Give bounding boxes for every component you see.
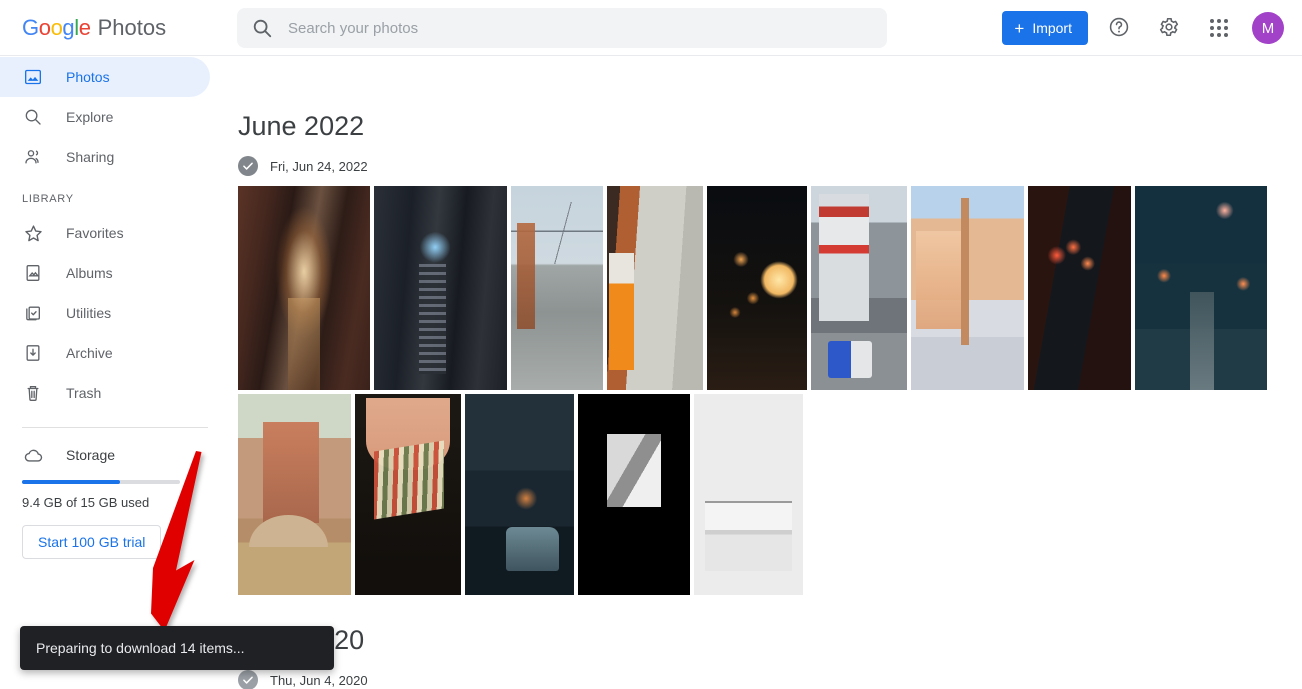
sidebar-label: Photos: [66, 69, 110, 85]
avatar[interactable]: M: [1252, 12, 1284, 44]
people-icon: [22, 146, 44, 168]
photo-thumbnail: [238, 186, 370, 390]
photo-vending[interactable]: [607, 186, 703, 390]
sidebar-item-utilities[interactable]: Utilities: [0, 293, 210, 333]
day-header: Fri, Jun 24, 2022: [230, 142, 1302, 186]
google-photos-app: Google Photos + Import: [0, 0, 1302, 689]
day-select-checkbox[interactable]: [238, 670, 258, 689]
storage-progress-track: [22, 480, 180, 484]
google-wordmark: Google: [22, 14, 91, 40]
storage-header[interactable]: Storage: [22, 444, 208, 466]
photo-thumbnail: [694, 394, 803, 595]
photo-street-day[interactable]: [511, 186, 603, 390]
search-input[interactable]: [288, 9, 887, 47]
header-actions: + Import M: [1002, 0, 1284, 56]
archive-icon: [22, 342, 44, 364]
day-header-secondary: Thu, Jun 4, 2020: [230, 656, 1302, 689]
import-button[interactable]: + Import: [1002, 11, 1088, 45]
storage-usage-text: 9.4 GB of 15 GB used: [22, 495, 150, 510]
day-label: Thu, Jun 4, 2020: [270, 672, 368, 688]
sidebar-item-explore[interactable]: Explore: [0, 97, 210, 137]
import-label: Import: [1032, 20, 1072, 36]
photo-row: [230, 394, 1302, 595]
day-label: Fri, Jun 24, 2022: [270, 158, 368, 174]
photo-thumbnail: [374, 186, 507, 390]
sidebar-item-photos[interactable]: Photos: [0, 57, 210, 97]
library-section-label: LIBRARY: [22, 193, 74, 205]
help-circle-icon: [1108, 16, 1130, 41]
brand-logo[interactable]: Google Photos: [22, 15, 218, 41]
sidebar-label: Utilities: [66, 305, 112, 321]
photo-thumbnail: [1135, 186, 1267, 390]
photo-pastel-street[interactable]: [911, 186, 1024, 390]
sidebar-label: Archive: [66, 345, 113, 361]
photo-thumbnail: [1028, 186, 1131, 390]
storage-progress-fill: [22, 480, 120, 484]
photo-alley-warm[interactable]: [238, 186, 370, 390]
sidebar-item-archive[interactable]: Archive: [0, 333, 210, 373]
product-name: Photos: [97, 14, 167, 40]
settings-button[interactable]: [1150, 9, 1188, 47]
sidebar-item-favorites[interactable]: Favorites: [0, 213, 210, 253]
sidebar-item-sharing[interactable]: Sharing: [0, 137, 210, 177]
trash-icon: [22, 382, 44, 404]
apps-grid-icon: [1210, 19, 1228, 37]
star-icon: [22, 222, 44, 244]
search-icon: [251, 17, 273, 39]
sidebar-label: Sharing: [66, 149, 115, 165]
gear-icon: [1158, 16, 1180, 41]
photo-thumbnail: [238, 394, 351, 595]
photo-bookhand[interactable]: [355, 394, 461, 595]
storage-title: Storage: [66, 447, 116, 463]
app-header: Google Photos + Import: [0, 0, 1302, 56]
photo-neon-red[interactable]: [1028, 186, 1131, 390]
help-button[interactable]: [1100, 9, 1138, 47]
photo-alley-blue[interactable]: [374, 186, 507, 390]
month-section-2022: June 2022 Fri, Jun 24, 2022: [230, 57, 1302, 595]
photo-thumbnail: [811, 186, 907, 390]
download-toast: Preparing to download 14 items...: [20, 626, 334, 670]
month-section-2020: June 2020 Thu, Jun 4, 2020: [230, 625, 1302, 689]
photo-thumbnail: [355, 394, 461, 595]
sidebar-label: Favorites: [66, 225, 124, 241]
photo-neon-blue[interactable]: [1135, 186, 1267, 390]
photo-city-red[interactable]: [811, 186, 907, 390]
photo-thumbnail: [707, 186, 807, 390]
storage-section: Storage 9.4 GB of 15 GB used Start 100 G…: [0, 428, 230, 559]
photo-venice[interactable]: [238, 394, 351, 595]
plus-icon: +: [1014, 18, 1025, 38]
sidebar: Photos Explore Sharing LIBRARY Favorites: [0, 57, 230, 689]
photo-icon: [22, 66, 44, 88]
sidebar-label: Trash: [66, 385, 102, 401]
photo-sketch[interactable]: [694, 394, 803, 595]
sidebar-label: Explore: [66, 109, 114, 125]
photo-blackframe[interactable]: [578, 394, 690, 595]
utilities-icon: [22, 302, 44, 324]
toast-message: Preparing to download 14 items...: [36, 640, 245, 656]
photo-thumbnail: [465, 394, 574, 595]
page-title-secondary: June 2020: [238, 625, 365, 655]
photo-thumbnail: [511, 186, 603, 390]
search-bar[interactable]: [237, 8, 887, 48]
start-trial-button[interactable]: Start 100 GB trial: [22, 525, 162, 559]
apps-button[interactable]: [1200, 9, 1238, 47]
cloud-icon: [22, 444, 44, 466]
album-icon: [22, 262, 44, 284]
photo-cyberpunk[interactable]: [465, 394, 574, 595]
page-title: June 2022: [238, 111, 365, 141]
sidebar-item-trash[interactable]: Trash: [0, 373, 210, 413]
sidebar-label: Albums: [66, 265, 113, 281]
photo-lanterns[interactable]: [707, 186, 807, 390]
search-icon: [22, 106, 44, 128]
photo-row: [230, 186, 1302, 390]
photo-thumbnail: [607, 186, 703, 390]
day-select-checkbox[interactable]: [238, 156, 258, 176]
sidebar-item-albums[interactable]: Albums: [0, 253, 210, 293]
photo-thumbnail: [578, 394, 690, 595]
photo-grid-main: June 2022 Fri, Jun 24, 2022 June 2020 Th…: [230, 57, 1302, 689]
photo-thumbnail: [911, 186, 1024, 390]
